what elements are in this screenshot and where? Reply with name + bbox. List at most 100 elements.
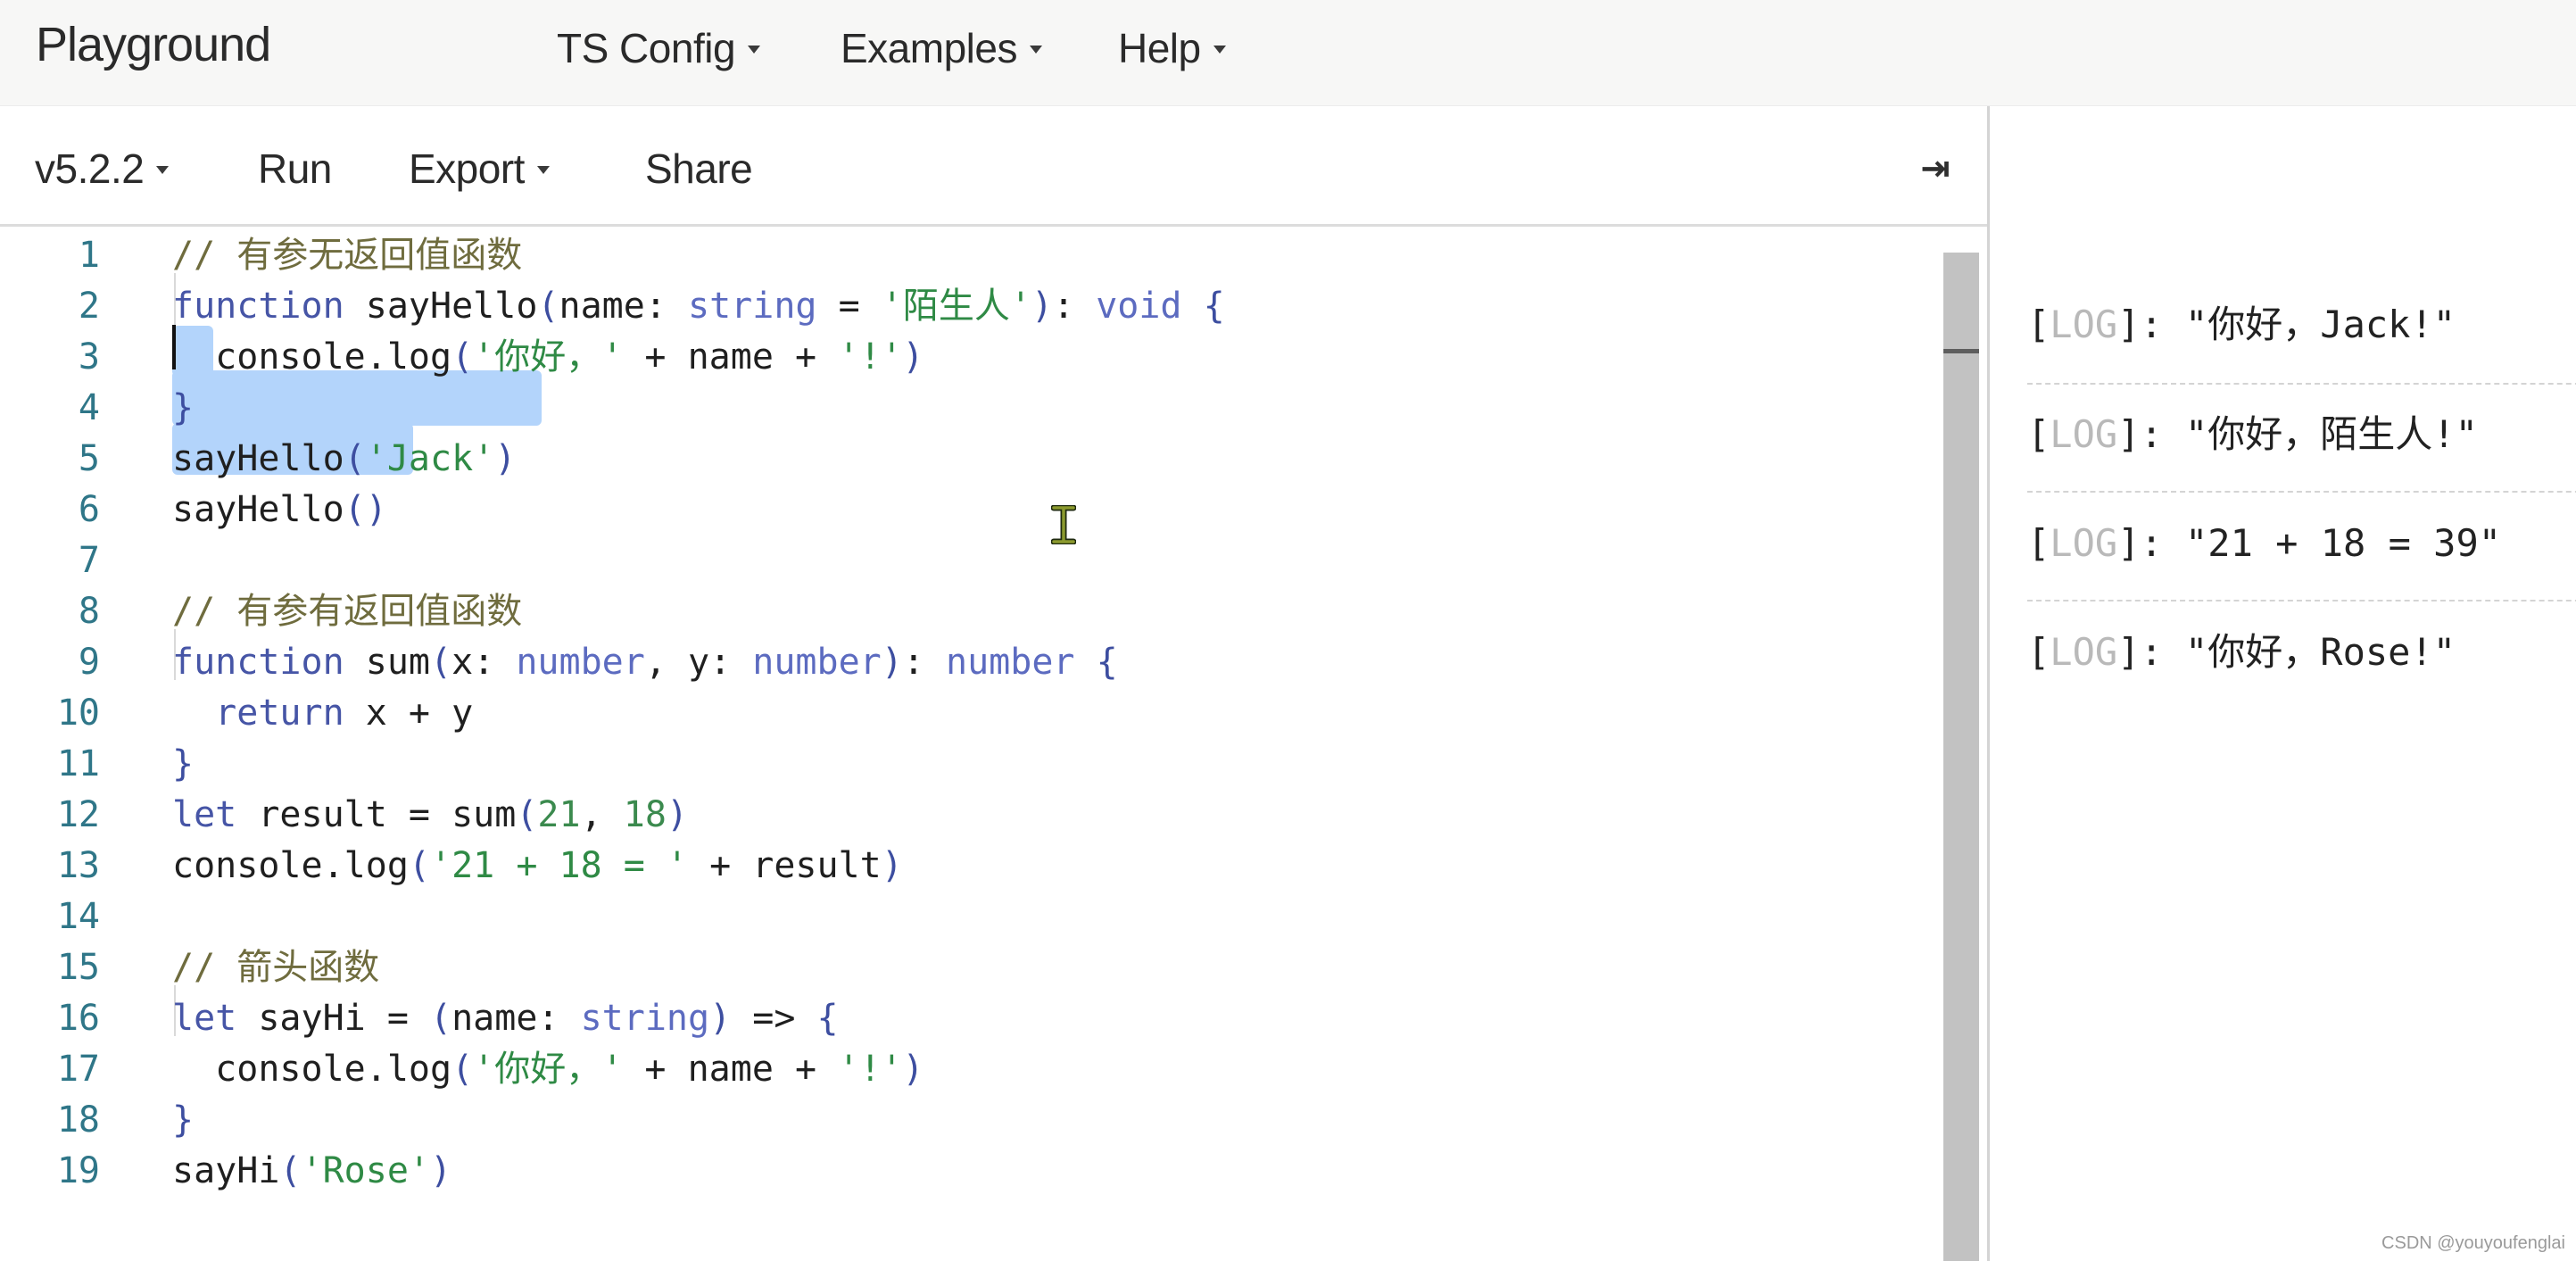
code-token: 18: [623, 794, 667, 835]
code-line[interactable]: 15 // 箭头函数: [0, 942, 1936, 993]
code-token: sayHello: [172, 438, 344, 479]
scrollbar-position-marker: [1943, 349, 1979, 353]
log-tag: LOG: [2050, 630, 2118, 674]
editor-pane: v5.2.2 Run Export Share ⇥ 1 // 有参无返回值函数 2 f…: [0, 106, 1987, 1261]
code-token: ): [881, 642, 903, 683]
code-token: =>: [731, 998, 817, 1039]
log-divider: [2027, 600, 2576, 601]
code-token: sayHi =: [236, 998, 430, 1039]
code-token: function: [172, 286, 344, 327]
code-text: console.log('21 + 18 = ' + result): [172, 841, 903, 892]
line-number: 16: [56, 998, 100, 1039]
watermark: CSDN @youyoufenglai: [2381, 1233, 2565, 1253]
nav-help[interactable]: Help: [1118, 23, 1226, 73]
code-token: ): [494, 438, 517, 479]
log-tag: LOG: [2050, 303, 2118, 346]
log-message: "你好，Rose!": [2185, 630, 2456, 674]
code-text: }: [172, 1095, 194, 1146]
log-bracket: ]:: [2117, 630, 2186, 674]
code-token: (: [451, 336, 474, 377]
code-line[interactable]: 11}: [0, 739, 1936, 790]
code-token: }: [172, 743, 195, 784]
editor-toolbar: v5.2.2 Run Export Share ⇥: [0, 106, 1987, 227]
code-line[interactable]: 1 // 有参无返回值函数: [0, 230, 1936, 281]
code-token: sayHello: [172, 489, 344, 530]
line-number: 15: [56, 947, 100, 988]
code-token: ): [430, 1150, 452, 1191]
code-token: '陌生人': [881, 286, 1031, 327]
code-token: name:: [559, 286, 688, 327]
version-dropdown[interactable]: v5.2.2: [35, 144, 170, 194]
code-line[interactable]: 8 // 有参有返回值函数: [0, 586, 1936, 637]
caret-down-icon: [156, 166, 170, 175]
code-token: :: [1053, 286, 1097, 327]
nav-ts-config-label: TS Config: [557, 25, 736, 71]
code-line[interactable]: 2 function sayHello(name: string = '陌生人')…: [0, 281, 1936, 332]
line-number: 19: [56, 1150, 100, 1191]
editor-scrollbar[interactable]: [1943, 253, 1979, 1261]
code-editor[interactable]: 1// 有参无返回值函数 2 function sayHello(name: str…: [0, 227, 1936, 1261]
code-token: sayHi: [172, 1150, 280, 1191]
code-line[interactable]: 12 let result = sum(21, 18): [0, 790, 1936, 841]
code-token: (: [279, 1150, 302, 1191]
code-line[interactable]: 9 function sum(x: number, y: number): num…: [0, 637, 1936, 688]
caret-down-icon: [1213, 46, 1226, 54]
nav-ts-config[interactable]: TS Config: [557, 23, 761, 73]
code-token: ,: [580, 794, 624, 835]
code-line[interactable]: 3 console.log('你好，' + name + '!'): [0, 332, 1936, 383]
log-bracket: ]:: [2117, 303, 2186, 346]
code-line[interactable]: 7: [0, 535, 1936, 586]
share-button[interactable]: Share: [645, 144, 753, 194]
line-number: 18: [56, 1099, 100, 1141]
log-entry: [LOG]: "你好，Rose!": [2027, 626, 2456, 679]
code-token: '你好，': [473, 1049, 624, 1090]
line-number: 2: [78, 286, 100, 327]
code-token: }: [172, 1099, 195, 1141]
code-token: result = sum: [236, 794, 517, 835]
code-token: string: [688, 286, 817, 327]
log-entry: [LOG]: "你好，陌生人!": [2027, 408, 2478, 461]
nav-help-label: Help: [1118, 25, 1201, 71]
code-token: console.log: [172, 336, 452, 377]
code-token: number: [752, 642, 882, 683]
code-line[interactable]: 14: [0, 892, 1936, 942]
code-line[interactable]: 4}: [0, 383, 1936, 434]
code-token: ): [666, 794, 689, 835]
code-line[interactable]: 18}: [0, 1095, 1936, 1146]
code-token: (: [430, 998, 452, 1039]
log-message: "你好，陌生人!": [2185, 412, 2478, 456]
code-token: (: [537, 286, 559, 327]
code-line[interactable]: 17 console.log('你好，' + name + '!'): [0, 1044, 1936, 1095]
code-line[interactable]: 10 return x + y: [0, 688, 1936, 739]
code-token: {: [1074, 642, 1118, 683]
brand-title[interactable]: Playground: [36, 18, 271, 71]
nav-examples[interactable]: Examples: [841, 23, 1042, 73]
code-token: {: [816, 998, 839, 1039]
code-line[interactable]: 16 let sayHi = (name: string) => {: [0, 993, 1936, 1044]
export-dropdown[interactable]: Export: [409, 144, 550, 194]
line-number: 11: [56, 743, 100, 784]
code-token: ): [902, 1049, 924, 1090]
code-token: + name +: [623, 336, 839, 377]
line-number: 3: [78, 336, 100, 377]
code-text: console.log('你好，' + name + '!'): [172, 1044, 924, 1095]
run-button[interactable]: Run: [258, 144, 332, 194]
log-message: "21 + 18 = 39": [2185, 521, 2502, 565]
code-token: (: [408, 845, 430, 886]
line-number: 10: [56, 693, 100, 734]
collapse-sidebar-icon[interactable]: ⇥: [1915, 145, 1956, 192]
code-token: name:: [451, 998, 581, 1039]
log-bracket: [: [2027, 303, 2050, 346]
code-text: return x + y: [172, 688, 473, 739]
code-line[interactable]: 19 sayHi('Rose'): [0, 1146, 1936, 1197]
code-line[interactable]: 13 console.log('21 + 18 = ' + result): [0, 841, 1936, 892]
code-token: + name +: [623, 1049, 839, 1090]
line-number: 12: [56, 794, 100, 835]
code-token: ): [1031, 286, 1054, 327]
code-line[interactable]: 5 sayHello('Jack'): [0, 434, 1936, 485]
log-tag: LOG: [2050, 412, 2118, 456]
log-divider: [2027, 491, 2576, 493]
code-text: let result = sum(21, 18): [172, 790, 688, 841]
code-line[interactable]: 6 sayHello(): [0, 485, 1936, 535]
log-entry: [LOG]: "你好，Jack!": [2027, 298, 2456, 352]
